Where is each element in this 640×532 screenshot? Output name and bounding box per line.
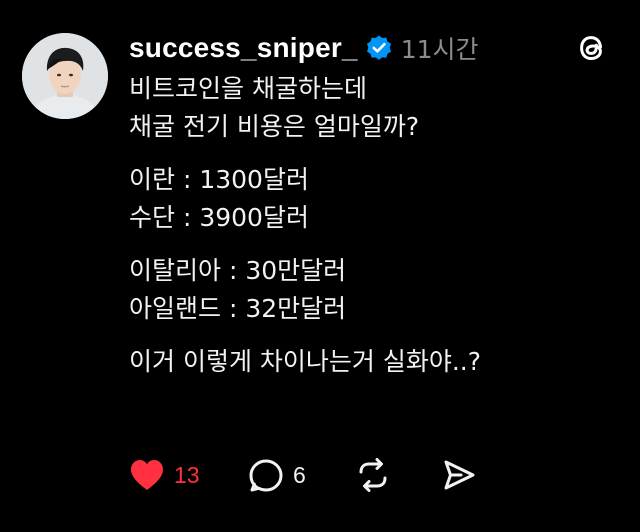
post-line: 수단 : 3900달러 [129,203,309,232]
post-paragraph: 이란 : 1300달러 수단 : 3900달러 [129,161,619,237]
post-paragraph: 비트코인을 채굴하는데 채굴 전기 비용은 얼마일까? [129,70,619,146]
post-paragraph: 이거 이렇게 차이나는거 실화야..? [129,343,619,381]
post-line: 채굴 전기 비용은 얼마일까? [129,112,420,141]
like-count: 13 [174,461,200,488]
post-line: 이란 : 1300달러 [129,165,309,194]
reply-count: 6 [293,461,306,488]
post-time: 11시간 [400,35,479,64]
post-paragraph: 이탈리아 : 30만달러 아일랜드 : 32만달러 [129,252,619,328]
repost-icon [354,456,392,494]
post-header: success_sniper_ 11시간 [129,28,479,68]
verified-badge-icon [365,34,393,62]
repost-button[interactable] [354,455,392,495]
post-line: 이거 이렇게 차이나는거 실화야..? [129,347,482,376]
like-button[interactable]: 13 [128,455,200,495]
post-line: 아일랜드 : 32만달러 [129,294,347,323]
username[interactable]: success_sniper_ [129,32,358,64]
reply-button[interactable]: 6 [247,455,306,495]
heart-icon [128,457,166,493]
speech-bubble-icon [247,456,285,494]
post-line: 비트코인을 채굴하는데 [129,74,367,103]
post-line: 이탈리아 : 30만달러 [129,256,347,285]
profile-photo [22,33,108,119]
threads-logo-icon[interactable] [575,30,609,66]
send-icon [440,456,478,494]
post-body: 비트코인을 채굴하는데 채굴 전기 비용은 얼마일까? 이란 : 1300달러 … [129,70,619,396]
avatar[interactable] [22,33,108,119]
share-button[interactable] [440,455,478,495]
